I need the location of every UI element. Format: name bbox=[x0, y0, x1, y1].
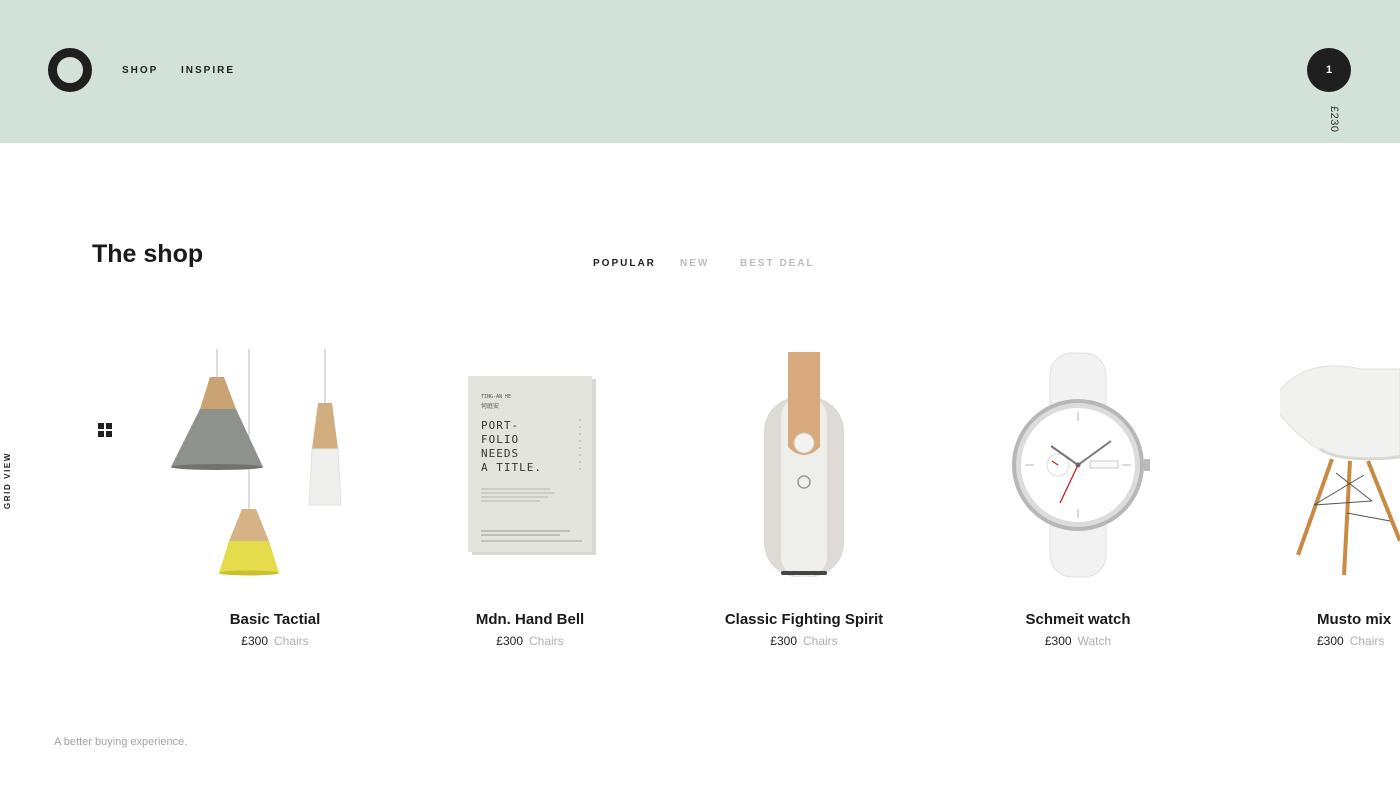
nav-shop-link[interactable]: SHOP bbox=[122, 65, 158, 76]
product-name: Musto mix bbox=[1317, 611, 1392, 628]
product-category: Chairs bbox=[1349, 634, 1385, 648]
ring-logo-icon[interactable] bbox=[48, 48, 92, 92]
product-category: Chairs bbox=[274, 634, 309, 648]
header-bar: SHOP INSPIRE 1 £230 bbox=[0, 0, 1400, 143]
product-meta: £300 Chairs bbox=[410, 634, 650, 648]
tab-best-deal[interactable]: BEST DEAL bbox=[740, 258, 815, 269]
product-card[interactable]: Basic Tactial £300 Chairs bbox=[155, 345, 395, 655]
product-category: Chairs bbox=[803, 634, 838, 648]
grid-icon bbox=[98, 423, 112, 437]
portable-speaker-image bbox=[764, 352, 844, 577]
product-meta: £300 Watch bbox=[958, 634, 1198, 648]
product-price: £300 bbox=[496, 634, 523, 648]
page-title: The shop bbox=[92, 240, 204, 268]
product-name: Classic Fighting Spirit bbox=[724, 611, 884, 628]
shell-chair-image bbox=[1280, 365, 1400, 576]
book-title-line: PORT- bbox=[481, 419, 519, 432]
pendant-lamps-image bbox=[171, 349, 342, 576]
product-name: Mdn. Hand Bell bbox=[475, 611, 585, 628]
product-meta: £300 Chairs bbox=[155, 634, 395, 648]
book-title-line: A TITLE. bbox=[481, 461, 542, 474]
product-card[interactable]: Schmeit watch £300 Watch bbox=[958, 345, 1198, 655]
cart-count: 1 bbox=[1325, 64, 1333, 76]
cart-button[interactable]: 1 bbox=[1307, 48, 1351, 92]
grid-view-toggle[interactable] bbox=[96, 420, 116, 510]
footer-tagline: A better buying experience. bbox=[54, 736, 188, 748]
wrist-watch-image bbox=[1012, 352, 1150, 578]
product-price: £300 bbox=[1317, 634, 1344, 648]
product-name: Basic Tactial bbox=[229, 611, 321, 628]
book-author: TING-AN HE bbox=[481, 394, 511, 400]
book-author-cjk: 何庭安 bbox=[481, 402, 499, 410]
product-card[interactable]: Classic Fighting Spirit £300 Chairs bbox=[684, 345, 924, 655]
product-category: Chairs bbox=[529, 634, 564, 648]
nav-inspire-link[interactable]: INSPIRE bbox=[181, 65, 235, 76]
book-title-line: NEEDS bbox=[481, 447, 519, 460]
product-meta: £300 Chairs bbox=[1317, 634, 1400, 648]
book-title-line: FOLIO bbox=[481, 433, 519, 446]
cart-total: £230 bbox=[1328, 106, 1340, 133]
product-category: Watch bbox=[1077, 634, 1112, 648]
product-name: Schmeit watch bbox=[1025, 611, 1131, 628]
product-price: £300 bbox=[1044, 634, 1072, 648]
product-card[interactable]: TING-AN HE 何庭安 PORT- FOLIO NEEDS A TITLE… bbox=[410, 345, 650, 655]
tab-new[interactable]: NEW bbox=[680, 258, 709, 269]
tab-popular[interactable]: POPULAR bbox=[593, 258, 656, 269]
product-card[interactable]: Musto mix £300 Chairs bbox=[1280, 345, 1400, 655]
product-meta: £300 Chairs bbox=[684, 634, 924, 648]
product-price: £300 bbox=[241, 634, 268, 648]
product-price: £300 bbox=[770, 634, 797, 648]
grid-view-label: GRID VIEW bbox=[3, 452, 12, 510]
portfolio-book-image: TING-AN HE 何庭安 PORT- FOLIO NEEDS A TITLE… bbox=[468, 376, 596, 555]
